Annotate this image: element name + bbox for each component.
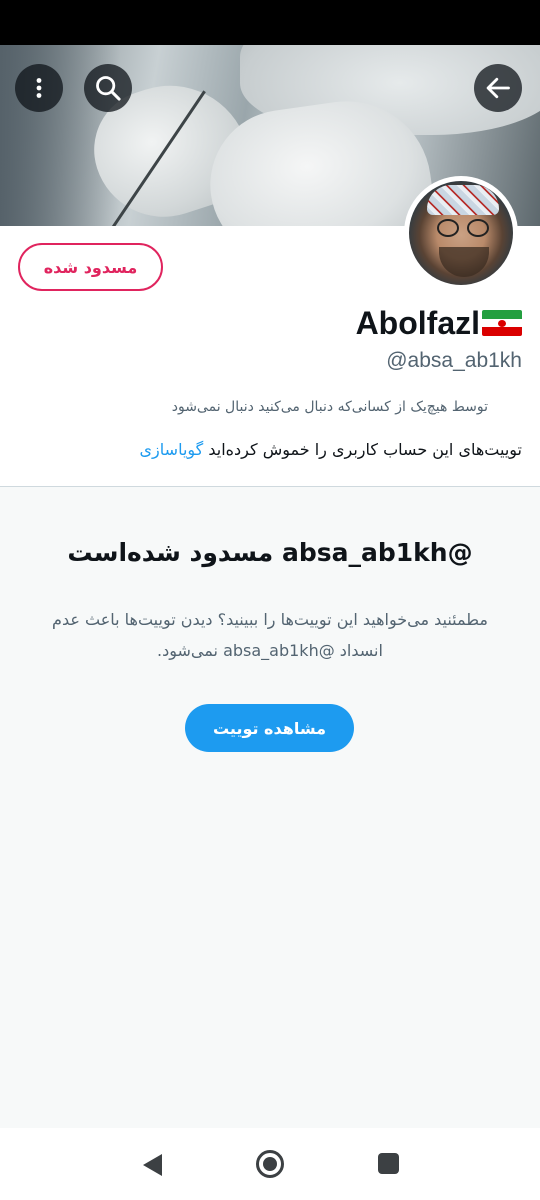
user-handle: @absa_ab1kh: [386, 349, 522, 372]
blocked-button[interactable]: مسدود شده: [18, 243, 163, 291]
nav-home-button[interactable]: [255, 1149, 285, 1183]
iran-flag-icon: [482, 310, 522, 336]
blocked-description: مطمئنید می‌خواهید این توییت‌ها را ببینید…: [52, 610, 488, 660]
avatar[interactable]: [404, 176, 518, 290]
view-tweets-button[interactable]: مشاهده توییت: [185, 704, 354, 752]
arrow-left-icon: [486, 77, 510, 99]
search-icon: [96, 76, 121, 101]
avatar-glasses-left: [437, 219, 459, 237]
nav-recent-apps-button[interactable]: [377, 1152, 400, 1179]
blocked-button-label: مسدود شده: [43, 257, 138, 277]
view-tweets-label: مشاهده توییت: [212, 718, 327, 738]
back-button[interactable]: [474, 64, 522, 112]
divider: [0, 486, 540, 487]
more-options-button[interactable]: [15, 64, 63, 112]
search-button[interactable]: [84, 64, 132, 112]
followers-you-know-note: توسط هیچ‌یک از کسانی‌که دنبال می‌کنید دن…: [171, 399, 488, 415]
status-bar: [0, 0, 540, 45]
display-name-row: Abolfazl: [356, 302, 522, 344]
avatar-beard: [439, 247, 489, 277]
triangle-back-icon: [143, 1154, 162, 1176]
more-vertical-icon: [36, 78, 42, 98]
blocked-title: @absa_ab1kh مسدود شده‌است: [67, 538, 473, 567]
muted-notice-text: توییت‌های این حساب کاربری را خموش کرده‌ا…: [208, 440, 522, 459]
muted-notice: توییت‌های این حساب کاربری را خموش کرده‌ا…: [140, 440, 522, 459]
unmute-link[interactable]: گویاسازی: [140, 440, 204, 459]
nav-back-button[interactable]: [140, 1152, 164, 1182]
avatar-glasses-right: [467, 219, 489, 237]
display-name: Abolfazl: [355, 304, 480, 341]
circle-home-icon: [256, 1150, 284, 1178]
square-recent-icon: [378, 1153, 399, 1174]
avatar-image: [409, 181, 513, 285]
avatar-cap: [427, 185, 499, 215]
